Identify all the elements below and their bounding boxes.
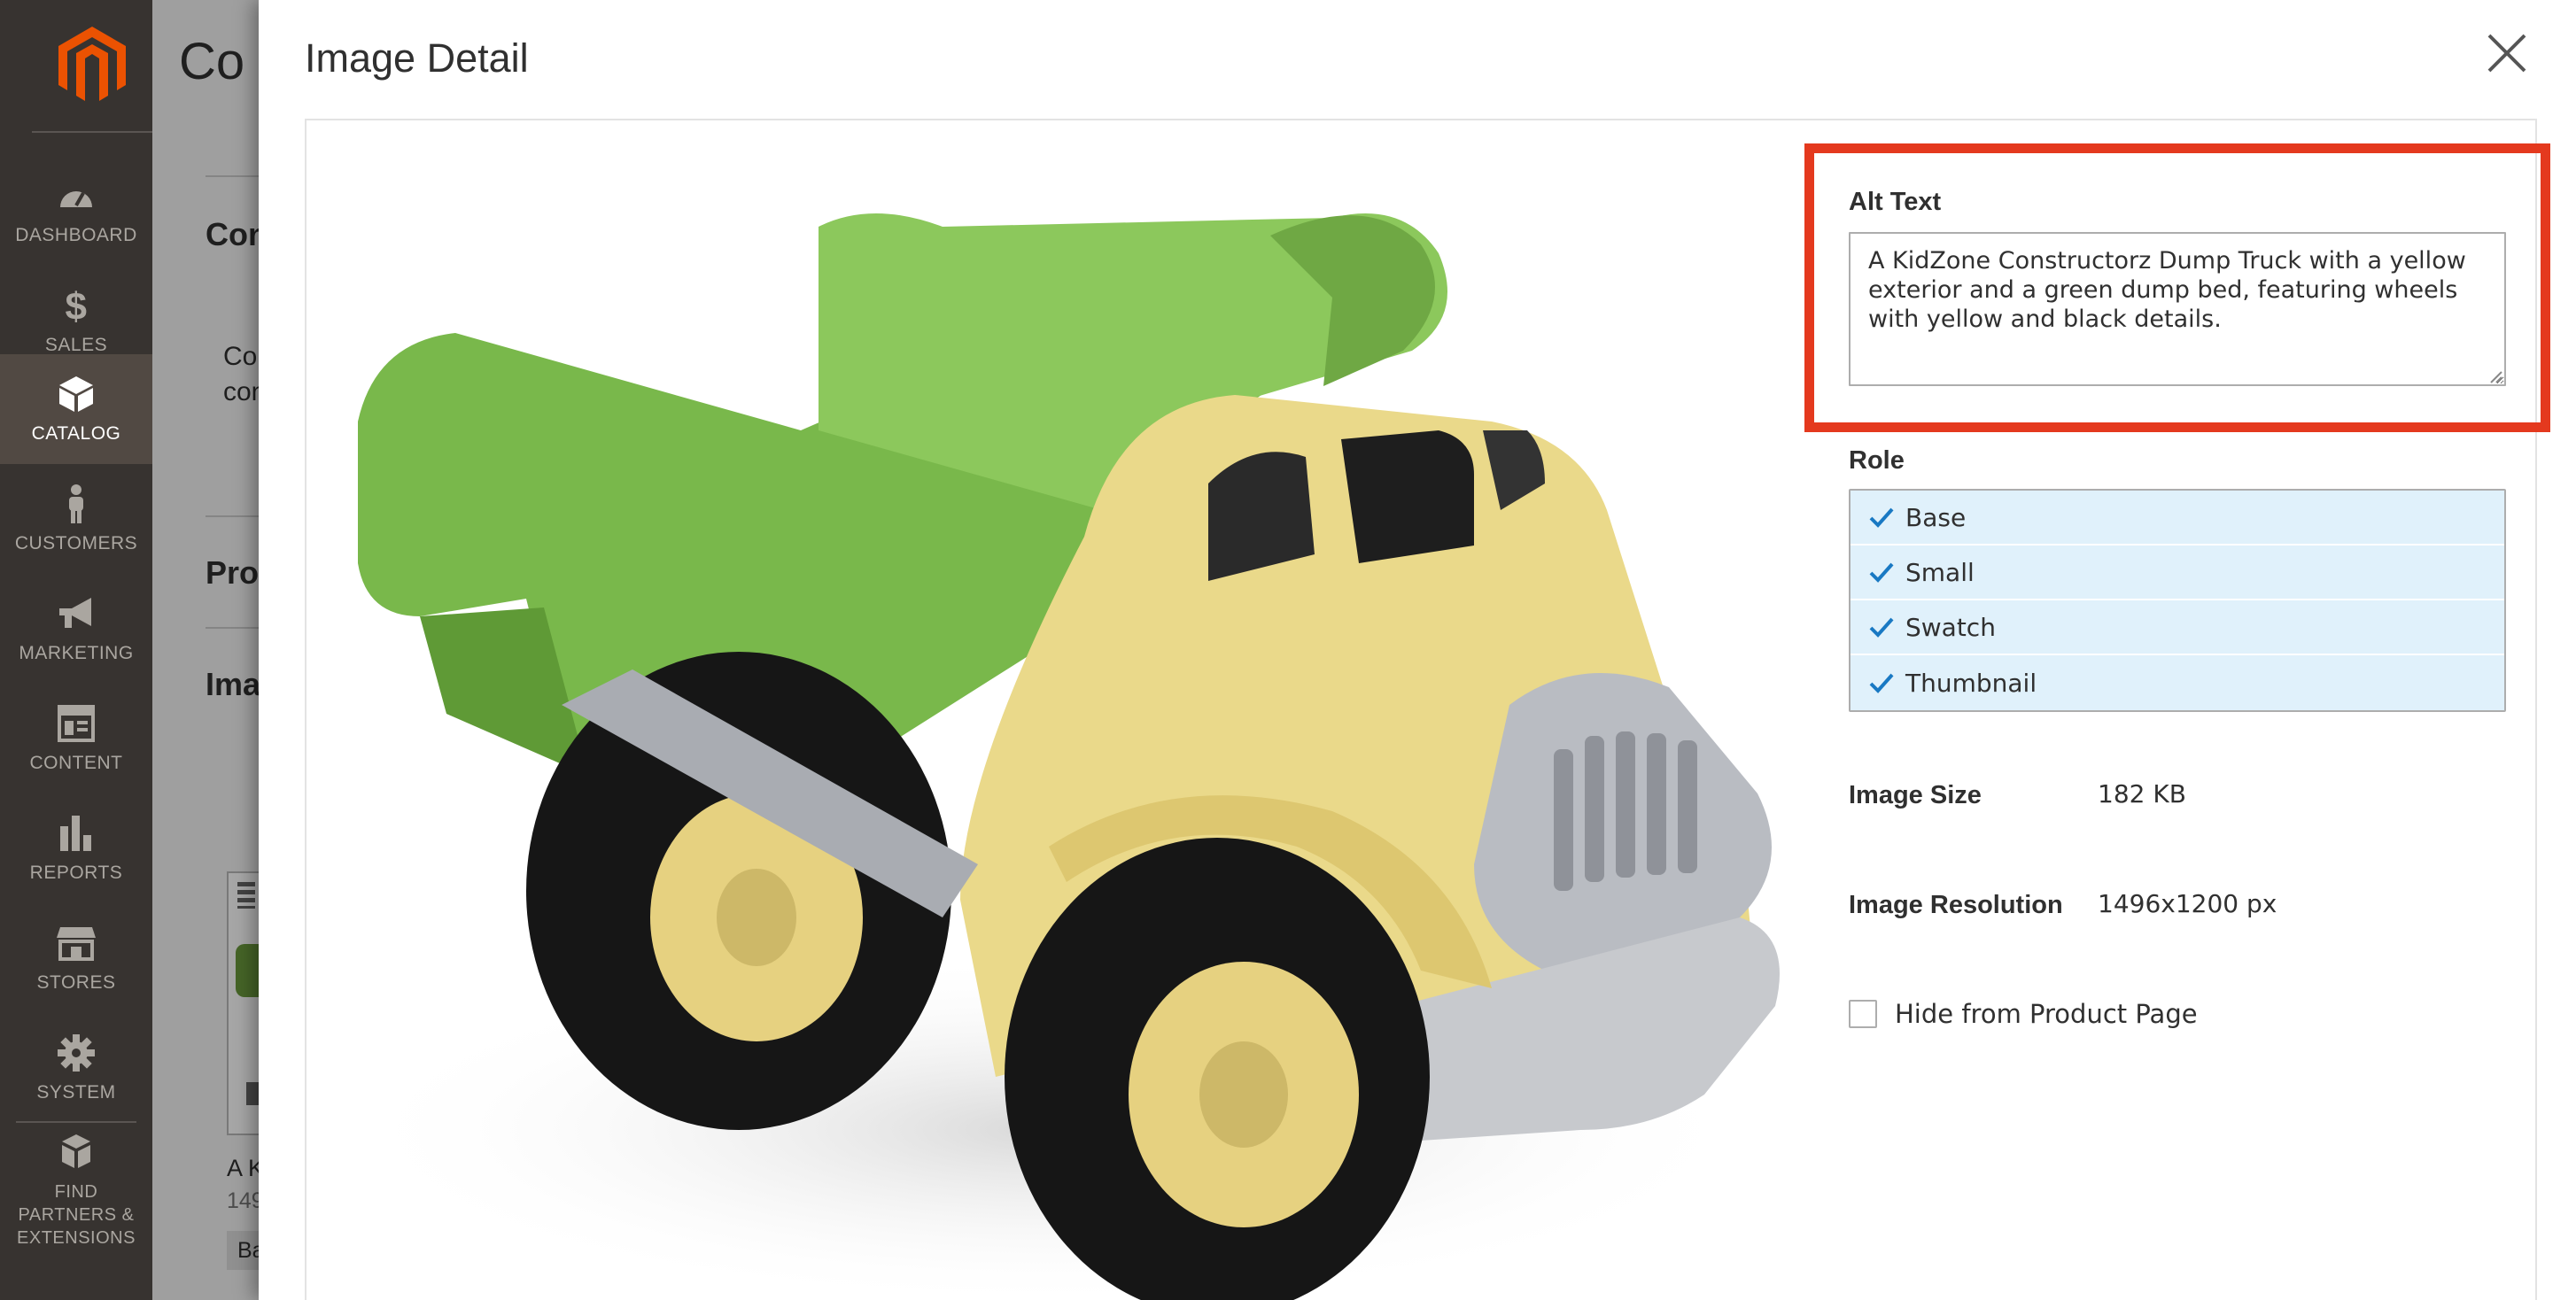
gear-icon	[55, 1032, 97, 1074]
sidebar-item-dashboard[interactable]: Dashboard	[0, 156, 152, 266]
magento-logo[interactable]	[32, 0, 152, 133]
role-multiselect[interactable]: Base Small Swatch Thumbnail	[1849, 489, 2506, 712]
hide-from-product-page-label[interactable]: Hide from Product Page	[1895, 999, 2198, 1029]
checkmark-icon	[1869, 507, 1894, 528]
sidebar-item-customers[interactable]: Customers	[0, 464, 152, 574]
sidebar-item-label: Reports	[29, 863, 123, 883]
sidebar-item-label: Find Partners & Extensions	[17, 1182, 136, 1248]
role-option-label: Thumbnail	[1905, 668, 2037, 698]
sidebar-item-reports[interactable]: Reports	[0, 793, 152, 903]
hide-from-product-page-checkbox[interactable]	[1849, 1000, 1877, 1028]
role-option-swatch[interactable]: Swatch	[1851, 600, 2504, 655]
resize-handle-icon[interactable]	[2489, 370, 2503, 384]
sidebar-item-label: Customers	[14, 533, 138, 553]
dump-truck-image	[340, 213, 1780, 1300]
close-icon	[2487, 34, 2526, 73]
dollar-icon: $	[55, 284, 97, 327]
checkmark-icon	[1869, 673, 1894, 693]
checkmark-icon	[1869, 562, 1894, 583]
storefront-icon	[55, 922, 97, 964]
role-option-label: Small	[1905, 557, 1975, 587]
image-resolution-label: Image Resolution	[1849, 891, 2063, 919]
close-button[interactable]	[2484, 30, 2530, 76]
layout-icon	[55, 702, 97, 745]
svg-text:$: $	[66, 286, 88, 325]
sidebar-item-find-partners[interactable]: Find Partners & Extensions	[0, 1130, 152, 1250]
role-option-thumbnail[interactable]: Thumbnail	[1851, 655, 2504, 710]
image-size-label: Image Size	[1849, 781, 1982, 809]
sidebar-item-marketing[interactable]: Marketing	[0, 574, 152, 684]
modal-title: Image Detail	[305, 35, 529, 81]
sidebar-item-label: Stores	[36, 972, 116, 993]
magento-logo-icon	[58, 27, 126, 101]
box-icon	[55, 373, 97, 415]
dashboard-icon	[55, 174, 97, 217]
person-icon	[55, 483, 97, 525]
bar-chart-icon	[55, 812, 97, 855]
role-option-label: Base	[1905, 502, 1967, 532]
admin-sidebar: Dashboard $ Sales Catalog Customers Mark…	[0, 0, 152, 1300]
checkmark-icon	[1869, 617, 1894, 638]
product-image	[322, 138, 1793, 1300]
sidebar-item-system[interactable]: System	[0, 1013, 152, 1123]
alt-text-textarea[interactable]: A KidZone Constructorz Dump Truck with a…	[1849, 232, 2506, 386]
role-option-small[interactable]: Small	[1851, 546, 2504, 600]
role-option-base[interactable]: Base	[1851, 491, 2504, 546]
role-option-label: Swatch	[1905, 612, 1996, 642]
sidebar-item-label: System	[36, 1082, 116, 1103]
sidebar-item-content[interactable]: Content	[0, 684, 152, 793]
sidebar-item-catalog[interactable]: Catalog	[0, 354, 152, 464]
app-root: Dashboard $ Sales Catalog Customers Mark…	[0, 0, 2576, 1300]
sidebar-item-label: Content	[29, 753, 123, 773]
image-resolution-value: 1496x1200 px	[2098, 889, 2277, 918]
image-size-value: 182 KB	[2098, 779, 2186, 809]
sidebar-item-stores[interactable]: Stores	[0, 903, 152, 1013]
sidebar-item-label: Dashboard	[15, 225, 137, 245]
role-label: Role	[1849, 446, 1905, 475]
alt-text-label: Alt Text	[1849, 188, 1942, 216]
megaphone-icon	[55, 592, 97, 635]
sidebar-divider	[16, 1121, 136, 1123]
cubes-icon	[55, 1131, 97, 1173]
sidebar-item-label: Catalog	[31, 423, 121, 444]
sidebar-item-label: Marketing	[19, 643, 134, 663]
